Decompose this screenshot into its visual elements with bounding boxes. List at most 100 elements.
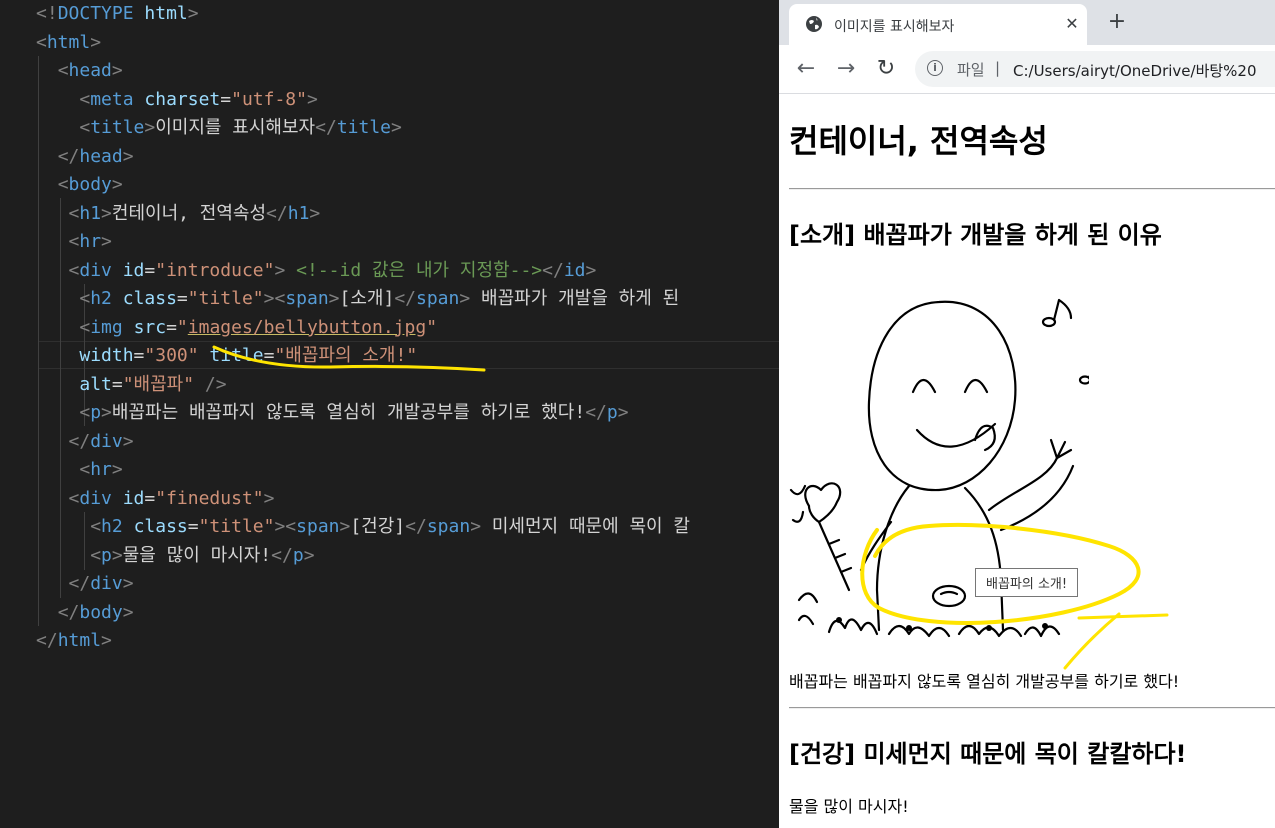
code-token: = [263,345,275,366]
finedust-paragraph: 물을 많이 마시자! [789,797,909,816]
url-text[interactable]: C:/Users/airyt/OneDrive/바탕%20 [1013,60,1257,81]
intro-heading: [소개] 배꼽파가 개발을 하게 된 이유 [789,221,1162,249]
code-token: src [133,316,167,338]
code-line[interactable]: width="300" title="배꼽파의 소개!" [36,342,417,370]
code-token: </ [271,544,293,566]
code-token: > [391,117,402,138]
code-token: " [426,316,438,338]
code-token: </ [57,601,80,623]
code-token: > [263,487,275,509]
code-line[interactable]: <hr> [36,456,123,484]
code-token: </ [68,573,91,594]
code-token: < [57,174,69,195]
intro-paragraph: 배꼽파는 배꼽파지 않도록 열심히 개발공부를 하기로 했다! [789,672,1180,691]
code-token: "finedust" [155,487,264,509]
code-token: </ [405,516,427,537]
code-token: 이미지를 표시해보자 [155,117,316,138]
code-line[interactable]: <body> [36,171,123,199]
code-line[interactable]: <div id="introduce"> <!--id 값은 내가 지정함-->… [36,257,597,285]
code-line[interactable]: </div> [36,428,134,456]
code-line[interactable]: <p>배꼽파는 배꼽파지 않도록 열심히 개발공부를 하기로 했다!</p> [36,399,629,427]
code-line[interactable]: <h1>컨테이너, 전역속성</h1> [36,200,321,228]
code-line[interactable]: <title>이미지를 표시해보자</title> [36,114,402,142]
code-token: > [187,3,199,24]
code-token: [건강] [350,516,406,537]
code-token: </ [36,630,58,651]
code-token: < [68,487,80,509]
forward-arrow-icon[interactable]: → [833,56,859,82]
code-line[interactable]: <hr> [36,228,112,256]
code-token: h1 [287,202,310,224]
code-token: = [144,487,156,509]
code-line[interactable]: </html> [36,627,112,655]
code-line[interactable]: </head> [36,143,134,171]
code-token: > [122,145,134,167]
code-token: "title" [187,288,264,309]
code-token: > [111,174,123,195]
code-token: > [111,60,123,81]
close-tab-icon[interactable]: ✕ [1060,12,1084,36]
code-line[interactable]: <h2 class="title"><span>[건강]</span> 미세먼지… [36,513,690,541]
code-token: title [336,117,391,138]
code-line[interactable]: <h2 class="title"><span>[소개]</span> 배꼽파가… [36,285,679,313]
code-line[interactable]: </div> [36,570,134,598]
code-token: img [90,316,123,338]
code-token: < [68,231,80,252]
code-token: </ [68,430,91,452]
code-token: /> [204,373,227,395]
browser-window: 이미지를 표시해보자 ✕ + ← → ↻ i 파일 | C:/Users/air… [779,0,1275,828]
code-token: " [176,316,188,338]
code-token: div [90,573,123,594]
code-token: p [606,402,618,423]
code-token: > [101,402,112,423]
code-token: body [68,174,112,195]
code-line[interactable]: <meta charset="utf-8"> [36,86,317,114]
new-tab-button[interactable]: + [1105,10,1129,34]
info-icon[interactable]: i [927,60,943,76]
address-bar[interactable]: i 파일 | C:/Users/airyt/OneDrive/바탕%20 [915,51,1275,87]
back-arrow-icon[interactable]: ← [793,56,819,82]
code-token: > [617,402,629,423]
code-line[interactable]: <p>물을 많이 마시자!</p> [36,542,314,570]
code-token: html [57,630,102,651]
browser-tab[interactable]: 이미지를 표시해보자 ✕ [789,4,1087,45]
code-editor[interactable]: <!DOCTYPE html> <html> <head> <meta chars… [0,0,779,828]
code-token: 물을 많이 마시자! [122,544,272,566]
globe-icon [806,16,822,32]
code-token: < [68,259,80,281]
code-token: < [79,316,91,338]
reload-icon[interactable]: ↻ [873,56,899,82]
code-token: span [285,288,329,309]
code-line[interactable]: <img src="images/bellybutton.jpg" [36,314,437,342]
code-line[interactable]: alt="배꼽파" /> [36,371,227,399]
code-token: > [111,459,123,480]
code-line[interactable]: <head> [36,57,123,85]
code-token: > [90,31,102,53]
code-line[interactable]: </body> [36,599,134,627]
code-token: title [90,117,145,138]
code-token: class [133,516,188,537]
code-token: h2 [90,288,112,309]
code-line[interactable]: <div id="finedust"> [36,485,275,513]
code-token: charset [144,88,221,110]
code-token: span [416,288,460,309]
code-line[interactable]: <html> [36,29,101,57]
code-token: 컨테이너, 전역속성 [111,202,267,224]
code-line[interactable]: <!DOCTYPE html> [36,0,199,28]
